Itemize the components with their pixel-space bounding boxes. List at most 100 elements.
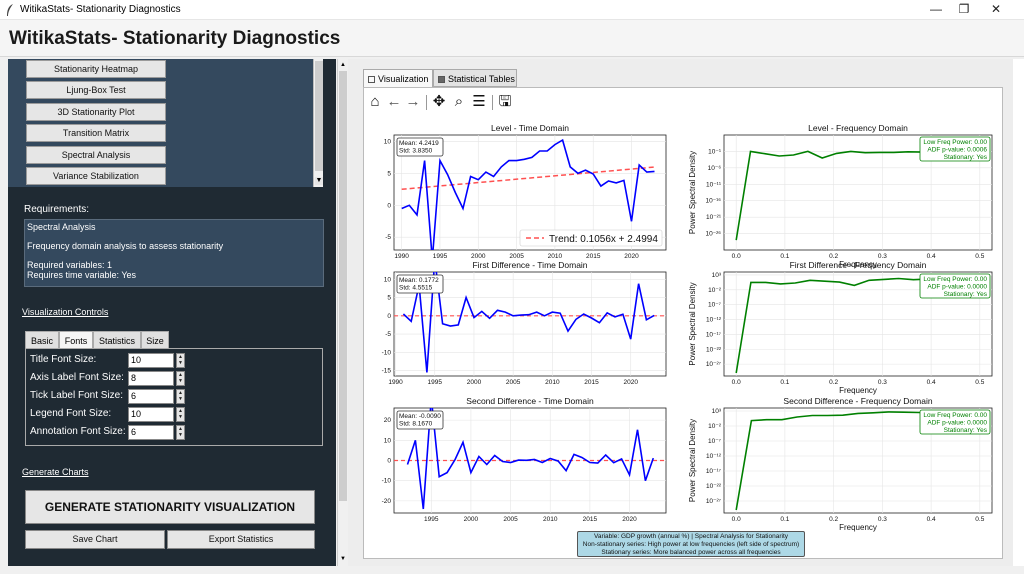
tick-font-input[interactable]: 6 xyxy=(128,389,174,404)
x-tick-label: 1995 xyxy=(433,253,448,260)
scrollbar-thumb[interactable] xyxy=(315,61,323,171)
stats-text: Mean: 0.1772 xyxy=(399,277,439,284)
stats-text: Low Freq Power: 0.00 xyxy=(923,412,987,419)
transition-matrix-button[interactable]: Transition Matrix xyxy=(26,124,166,142)
legend-label: Trend: 0.1056x + 2.4994 xyxy=(549,234,658,245)
y-axis-label: Power Spectral Density xyxy=(688,151,697,234)
requirements-label: Requirements: xyxy=(24,204,90,215)
y-tick-label: -10 xyxy=(382,478,392,485)
legend-font-input[interactable]: 10 xyxy=(128,407,174,422)
plot-title: First Difference - Time Domain xyxy=(472,260,587,270)
y-tick-label: 10⁻¹² xyxy=(706,453,722,460)
scroll-down-icon[interactable]: ▼ xyxy=(315,177,323,185)
tab-statistical-tables[interactable]: Statistical Tables xyxy=(433,69,517,87)
y-tick-label: -15 xyxy=(382,368,392,375)
x-tick-label: 0.5 xyxy=(975,516,984,523)
main-scrollbar[interactable]: ▲ ▼ xyxy=(337,59,347,566)
stats-text: ADF p-value: 0.0000 xyxy=(927,284,987,291)
x-tick-label: 0.3 xyxy=(878,253,887,260)
plot-title: Level - Time Domain xyxy=(491,123,569,133)
plot-title: Second Difference - Time Domain xyxy=(466,396,594,406)
annotation-font-spinner[interactable]: ▲ ▼ xyxy=(176,425,185,440)
tab-statistics[interactable]: Statistics xyxy=(93,331,141,349)
window-title: WitikaStats- Stationarity Diagnostics xyxy=(20,4,181,15)
y-tick-label: 10³ xyxy=(712,408,722,415)
maximize-icon[interactable]: ❐ xyxy=(946,0,982,20)
button-list-scrollbar[interactable]: ▼ xyxy=(313,59,323,187)
requirements-box: Spectral Analysis Frequency domain analy… xyxy=(24,219,324,287)
generate-visualization-button[interactable]: GENERATE STATIONARITY VISUALIZATION xyxy=(25,490,315,524)
stats-text: Std: 8.1670 xyxy=(399,421,433,428)
x-tick-label: 1995 xyxy=(424,516,439,523)
x-tick-label: 0.1 xyxy=(780,253,789,260)
x-tick-label: 2005 xyxy=(506,379,521,386)
variance-stabilization-button[interactable]: Variance Stabilization xyxy=(26,167,166,185)
x-tick-label: 2015 xyxy=(583,516,598,523)
y-tick-label: 10⁻² xyxy=(708,423,722,430)
spectral-analysis-button[interactable]: Spectral Analysis xyxy=(26,146,166,164)
y-tick-label: 10 xyxy=(384,437,392,444)
save-chart-button[interactable]: Save Chart xyxy=(25,530,165,549)
x-tick-label: 2000 xyxy=(471,253,486,260)
x-tick-label: 0.5 xyxy=(975,379,984,386)
x-tick-label: 1990 xyxy=(394,253,409,260)
window-titlebar: WitikaStats- Stationarity Diagnostics — … xyxy=(0,0,1024,20)
y-tick-label: 10⁻²⁶ xyxy=(705,231,721,238)
x-tick-label: 0.4 xyxy=(927,253,936,260)
x-tick-label: 2020 xyxy=(623,379,638,386)
main-scrollbar-thumb[interactable] xyxy=(339,71,347,501)
scroll-up-icon[interactable]: ▲ xyxy=(339,61,347,69)
plot-title: First Difference - Frequency Domain xyxy=(790,260,927,270)
axis-font-spinner[interactable]: ▲ ▼ xyxy=(176,371,185,386)
subplot-5: Second Difference - Time Domain 1995 2000 2… xyxy=(382,396,667,523)
x-tick-label: 0.0 xyxy=(732,253,741,260)
tab-visualization[interactable]: Visualization xyxy=(363,69,433,87)
right-edge-strip xyxy=(1013,59,1024,566)
y-tick-label: 10⁻¹⁷ xyxy=(706,468,722,475)
title-font-label: Title Font Size: xyxy=(30,354,97,365)
legend-font-spinner[interactable]: ▲ ▼ xyxy=(176,407,185,422)
footer-line-2: Non-stationary series: High power at low… xyxy=(582,541,800,548)
title-font-input[interactable]: 10 xyxy=(128,353,174,368)
axis-font-label: Axis Label Font Size: xyxy=(30,372,124,383)
tab-basic[interactable]: Basic xyxy=(25,331,59,349)
y-tick-label: 0 xyxy=(387,458,391,465)
x-tick-label: 0.2 xyxy=(829,379,838,386)
subplot-3: First Difference - Time Domain 1990 1995 20… xyxy=(382,260,667,386)
y-tick-label: 20 xyxy=(384,417,392,424)
y-tick-label: 5 xyxy=(387,170,391,177)
tab-fonts[interactable]: Fonts xyxy=(59,331,93,349)
axis-font-input[interactable]: 8 xyxy=(128,371,174,386)
ljung-box-test-button[interactable]: Ljung-Box Test xyxy=(26,81,166,99)
y-tick-label: 10⁻²¹ xyxy=(706,214,722,221)
x-tick-label: 2010 xyxy=(548,253,563,260)
footer-note-box: Variable: GDP growth (annual %) | Spectr… xyxy=(577,531,805,557)
x-tick-label: 0.4 xyxy=(927,516,936,523)
close-icon[interactable]: ✕ xyxy=(978,0,1014,20)
stats-text: Stationary: Yes xyxy=(944,291,988,298)
title-font-spinner[interactable]: ▲ ▼ xyxy=(176,353,185,368)
scroll-down-icon[interactable]: ▼ xyxy=(339,555,347,563)
tab-size[interactable]: Size xyxy=(141,331,169,349)
y-tick-label: 10⁻⁷ xyxy=(708,302,722,309)
stationarity-heatmap-button[interactable]: Stationarity Heatmap xyxy=(26,60,166,78)
y-tick-label: 10⁻¹⁶ xyxy=(705,198,721,205)
export-statistics-button[interactable]: Export Statistics xyxy=(167,530,315,549)
tick-font-label: Tick Label Font Size: xyxy=(30,390,124,401)
x-tick-label: 0.4 xyxy=(927,379,936,386)
plots-canvas[interactable]: Level - Time Domain1990 1995 2000 2005 2010 2… xyxy=(364,88,1004,560)
x-tick-label: 2010 xyxy=(545,379,560,386)
y-tick-label: 10 xyxy=(384,276,392,283)
fonts-tab-pane: Title Font Size: 10 ▲ ▼ Axis Label Font S… xyxy=(25,348,323,446)
3d-stationarity-plot-button[interactable]: 3D Stationarity Plot xyxy=(26,103,166,121)
x-tick-label: 0.5 xyxy=(975,253,984,260)
tick-font-spinner[interactable]: ▲ ▼ xyxy=(176,389,185,404)
stats-text: ADF p-value: 0.0006 xyxy=(927,147,987,154)
x-axis-label: Frequency xyxy=(839,523,877,532)
figure-pane: ⌂ ← → ✥ ⌕ ☰ 🖫 Level - Time Domain 1990 199… xyxy=(363,87,1003,559)
stats-text: Stationary: Yes xyxy=(944,427,988,434)
annotation-font-input[interactable]: 6 xyxy=(128,425,174,440)
x-tick-label: 0.2 xyxy=(829,516,838,523)
x-tick-label: 2020 xyxy=(622,516,637,523)
plot-title: Level - Frequency Domain xyxy=(808,123,908,133)
